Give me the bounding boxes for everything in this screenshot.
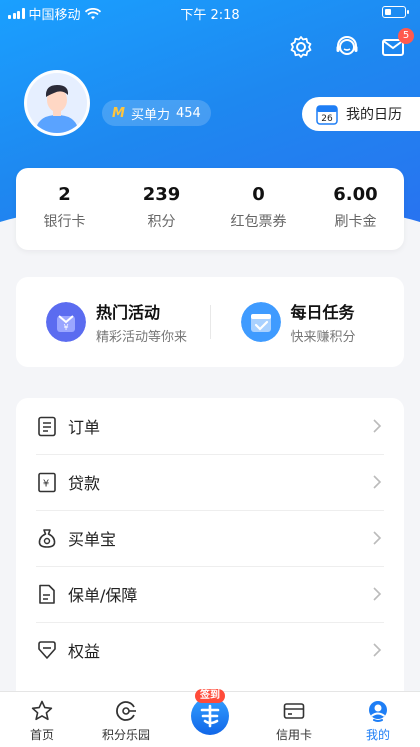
menu-label: 权益 <box>68 642 101 661</box>
rights-icon <box>38 641 56 659</box>
customer-service-icon[interactable] <box>334 34 360 60</box>
tab-label: 信用卡 <box>275 728 312 742</box>
menu-item-maidanbao[interactable]: 买单宝 <box>16 510 404 566</box>
tab-mine[interactable]: 我的 <box>336 692 420 747</box>
calendar-icon: 26 <box>316 103 338 125</box>
tab-credit-card[interactable]: 信用卡 <box>252 692 336 747</box>
menu-label: 买单宝 <box>68 530 117 549</box>
tab-label: 首页 <box>29 728 54 742</box>
checkin-icon: 签到 <box>191 689 229 735</box>
chevron-right-icon <box>373 643 382 657</box>
card-icon <box>283 703 305 719</box>
chevron-right-icon <box>373 587 382 601</box>
chevron-right-icon <box>373 419 382 433</box>
status-bar: 中国移动 下午 2:18 <box>0 0 420 24</box>
purchasing-power-badge[interactable]: M 买单力 454 <box>102 100 211 126</box>
daily-tasks-entry[interactable]: 每日任务 快来赚积分 <box>211 299 405 345</box>
power-label: 买单力 <box>130 107 170 123</box>
stat-points[interactable]: 239 积分 <box>113 168 210 250</box>
stat-bank-cards[interactable]: 2 银行卡 <box>16 168 113 250</box>
account-stats: 2 银行卡 239 积分 0 红包票券 6.00 刷卡金 <box>16 168 404 250</box>
menu-item-loans[interactable]: ¥ 贷款 <box>16 454 404 510</box>
tab-label: 我的 <box>365 728 390 742</box>
battery-icon <box>382 6 409 18</box>
power-value: 454 <box>175 105 201 121</box>
promo-title: 每日任务 <box>290 303 355 322</box>
menu-label: 订单 <box>68 418 101 437</box>
menu-label: 保单/保障 <box>68 586 138 605</box>
avatar[interactable] <box>24 70 90 136</box>
menu-item-policies[interactable]: 保单/保障 <box>16 566 404 622</box>
settings-gear-icon[interactable] <box>288 34 314 60</box>
service-menu: 订单 ¥ 贷款 买单宝 保单/保障 权益 <box>16 398 404 698</box>
money-bag-icon <box>38 529 56 548</box>
clock: 下午 2:18 <box>180 8 240 23</box>
activity-gift-icon: ¥ <box>46 302 86 342</box>
order-icon <box>38 416 56 437</box>
checkin-tag: 签到 <box>195 689 225 703</box>
stat-coupons[interactable]: 0 红包票券 <box>210 168 307 250</box>
profile-icon <box>369 701 387 722</box>
tab-checkin[interactable]: 签到 <box>168 689 252 747</box>
policy-icon <box>39 584 55 604</box>
points-icon <box>116 701 136 721</box>
star-icon <box>31 700 53 721</box>
message-badge: 5 <box>398 28 414 44</box>
promo-subtitle: 精彩活动等你来 <box>96 330 188 345</box>
loan-icon: ¥ <box>38 472 56 493</box>
menu-item-rights[interactable]: 权益 <box>16 622 404 678</box>
svg-text:26: 26 <box>321 114 333 124</box>
bottom-tab-bar: 首页 积分乐园 签到 信用卡 我的 <box>0 689 420 747</box>
svg-text:¥: ¥ <box>63 323 68 332</box>
hot-activities-entry[interactable]: ¥ 热门活动精彩活动等你来 <box>16 299 210 345</box>
task-calendar-icon <box>240 302 281 342</box>
promo-subtitle: 快来赚积分 <box>290 330 356 345</box>
menu-label: 贷款 <box>68 474 101 493</box>
promo-card: ¥ 热门活动精彩活动等你来 每日任务快来赚积分 <box>16 277 404 367</box>
chevron-right-icon <box>373 531 382 545</box>
m-logo-icon: M <box>112 105 125 121</box>
promo-title: 热门活动 <box>96 303 161 322</box>
menu-item-orders[interactable]: 订单 <box>16 398 404 454</box>
stat-card-cash[interactable]: 6.00 刷卡金 <box>307 168 404 250</box>
tab-points-park[interactable]: 积分乐园 <box>84 692 168 747</box>
tab-label: 积分乐园 <box>101 728 150 742</box>
message-mail-icon[interactable]: 5 <box>380 28 414 60</box>
tab-home[interactable]: 首页 <box>0 692 84 747</box>
my-calendar-button[interactable]: 26 我的日历 <box>302 97 420 131</box>
calendar-label: 我的日历 <box>346 107 402 123</box>
svg-text:¥: ¥ <box>43 479 49 490</box>
chevron-right-icon <box>373 475 382 489</box>
